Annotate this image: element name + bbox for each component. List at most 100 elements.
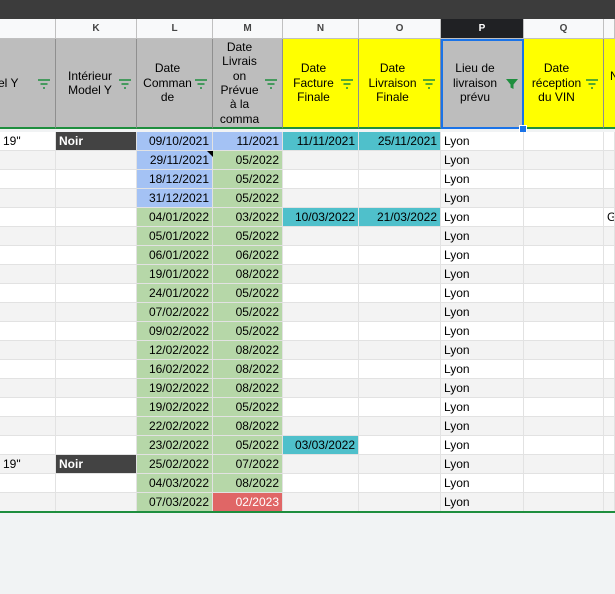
cell-date-livraison-prevue[interactable]: 02/2023 (213, 493, 283, 512)
filter-icon[interactable] (194, 78, 208, 90)
cell-date-facture[interactable]: 10/03/2022 (283, 208, 359, 227)
cell-date-livraison-prevue[interactable]: 05/2022 (213, 284, 283, 303)
cell-date-reception-vin[interactable] (524, 303, 604, 322)
cell-date-reception-vin[interactable] (524, 246, 604, 265)
cell-date-livraison-prevue[interactable]: 05/2022 (213, 227, 283, 246)
cell-date-reception-vin[interactable] (524, 208, 604, 227)
cell-date-livraison[interactable] (359, 227, 441, 246)
header-lieu-livraison[interactable]: Lieu de livraison prévu (441, 39, 524, 129)
cell-date-reception-vin[interactable] (524, 151, 604, 170)
cell-jante[interactable] (0, 322, 56, 341)
cell-interieur[interactable] (56, 303, 137, 322)
cell-interieur[interactable] (56, 246, 137, 265)
cell-date-livraison-prevue[interactable]: 05/2022 (213, 436, 283, 455)
cell-date-livraison[interactable] (359, 398, 441, 417)
cell-date-commande[interactable]: 24/01/2022 (137, 284, 213, 303)
column-header-o[interactable]: O (359, 19, 441, 39)
cell-lieu-livraison[interactable]: Lyon (441, 208, 524, 227)
cell-date-facture[interactable] (283, 284, 359, 303)
cell-date-livraison[interactable] (359, 265, 441, 284)
cell-interieur[interactable] (56, 265, 137, 284)
cell-date-livraison[interactable] (359, 341, 441, 360)
cell-date-commande[interactable]: 31/12/2021 (137, 189, 213, 208)
cell-interieur[interactable] (56, 151, 137, 170)
cell-next-column[interactable] (604, 455, 615, 474)
cell-date-facture[interactable] (283, 455, 359, 474)
cell-interieur[interactable] (56, 322, 137, 341)
cell-jante[interactable] (0, 417, 56, 436)
cell-date-commande[interactable]: 04/03/2022 (137, 474, 213, 493)
cell-date-livraison[interactable] (359, 474, 441, 493)
cell-date-reception-vin[interactable] (524, 417, 604, 436)
cell-lieu-livraison[interactable]: Lyon (441, 341, 524, 360)
cell-date-livraison[interactable] (359, 360, 441, 379)
cell-date-livraison[interactable]: 21/03/2022 (359, 208, 441, 227)
cell-date-commande[interactable]: 07/02/2022 (137, 303, 213, 322)
cell-date-livraison[interactable]: 25/11/2021 (359, 132, 441, 151)
cell-next-column[interactable] (604, 417, 615, 436)
cell-jante[interactable] (0, 379, 56, 398)
cell-date-livraison[interactable] (359, 322, 441, 341)
header-date-commande[interactable]: Date Comman de (137, 39, 213, 129)
cell-date-facture[interactable] (283, 493, 359, 512)
cell-date-reception-vin[interactable] (524, 284, 604, 303)
cell-date-facture[interactable] (283, 379, 359, 398)
cell-lieu-livraison[interactable]: Lyon (441, 303, 524, 322)
cell-lieu-livraison[interactable]: Lyon (441, 379, 524, 398)
cell-date-reception-vin[interactable] (524, 398, 604, 417)
cell-jante[interactable] (0, 474, 56, 493)
cell-date-commande[interactable]: 04/01/2022 (137, 208, 213, 227)
cell-lieu-livraison[interactable]: Lyon (441, 132, 524, 151)
cell-interieur[interactable]: Noir (56, 132, 137, 151)
cell-lieu-livraison[interactable]: Lyon (441, 360, 524, 379)
column-header-n[interactable]: N (283, 19, 359, 39)
cell-date-commande[interactable]: 07/03/2022 (137, 493, 213, 512)
cell-jante[interactable] (0, 208, 56, 227)
cell-date-commande[interactable]: 25/02/2022 (137, 455, 213, 474)
filter-icon[interactable] (118, 78, 132, 90)
cell-interieur[interactable] (56, 398, 137, 417)
cell-date-livraison-prevue[interactable]: 05/2022 (213, 322, 283, 341)
cell-lieu-livraison[interactable]: Lyon (441, 189, 524, 208)
cell-date-commande[interactable]: 12/02/2022 (137, 341, 213, 360)
cell-date-facture[interactable] (283, 341, 359, 360)
filter-active-icon[interactable] (505, 78, 519, 90)
cell-date-commande[interactable]: 23/02/2022 (137, 436, 213, 455)
cell-jante[interactable] (0, 436, 56, 455)
cell-next-column[interactable] (604, 246, 615, 265)
cell-date-facture[interactable]: 11/11/2021 (283, 132, 359, 151)
cell-date-livraison-prevue[interactable]: 05/2022 (213, 398, 283, 417)
filter-icon[interactable] (37, 78, 51, 90)
cell-date-facture[interactable] (283, 170, 359, 189)
cell-next-column[interactable] (604, 360, 615, 379)
cell-date-facture[interactable] (283, 151, 359, 170)
header-date-reception-vin[interactable]: Date réception du VIN (524, 39, 604, 129)
cell-lieu-livraison[interactable]: Lyon (441, 417, 524, 436)
cell-date-commande[interactable]: 05/01/2022 (137, 227, 213, 246)
filter-icon[interactable] (340, 78, 354, 90)
cell-date-livraison-prevue[interactable]: 08/2022 (213, 417, 283, 436)
header-date-livraison-finale[interactable]: Date Livraison Finale (359, 39, 441, 129)
cell-interieur[interactable] (56, 189, 137, 208)
cell-jante[interactable] (0, 189, 56, 208)
cell-next-column[interactable] (604, 265, 615, 284)
cell-date-facture[interactable] (283, 360, 359, 379)
cell-date-livraison[interactable] (359, 189, 441, 208)
cell-date-reception-vin[interactable] (524, 189, 604, 208)
cell-date-reception-vin[interactable] (524, 493, 604, 512)
cell-next-column[interactable] (604, 341, 615, 360)
cell-date-livraison-prevue[interactable]: 05/2022 (213, 170, 283, 189)
cell-date-commande[interactable]: 19/02/2022 (137, 398, 213, 417)
cell-interieur[interactable] (56, 474, 137, 493)
cell-date-livraison[interactable] (359, 246, 441, 265)
cell-date-livraison[interactable] (359, 379, 441, 398)
cell-date-livraison[interactable] (359, 455, 441, 474)
cell-interieur[interactable] (56, 493, 137, 512)
cell-interieur[interactable]: Noir (56, 455, 137, 474)
header-date-livraison-prevue[interactable]: Date Livrais on Prévue à la comma (213, 39, 283, 129)
cell-next-column[interactable] (604, 303, 615, 322)
cell-date-reception-vin[interactable] (524, 455, 604, 474)
cell-date-livraison[interactable] (359, 436, 441, 455)
cell-date-reception-vin[interactable] (524, 265, 604, 284)
cell-next-column[interactable] (604, 132, 615, 151)
